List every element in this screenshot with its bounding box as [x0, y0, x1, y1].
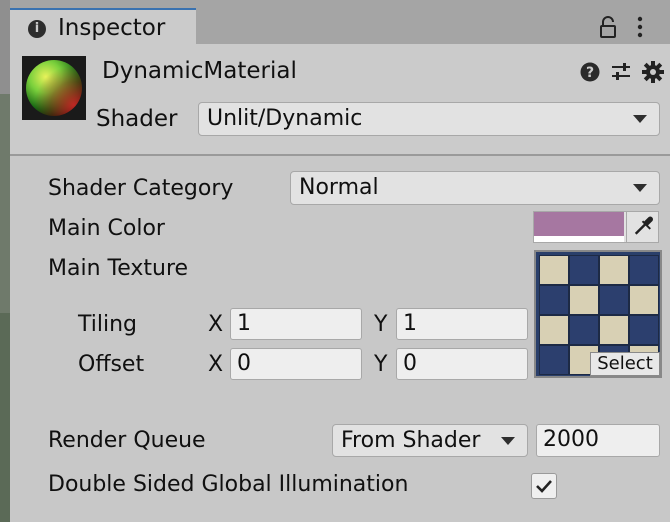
shader-category-label: Shader Category — [48, 176, 234, 201]
shader-label: Shader — [96, 106, 178, 132]
gear-icon[interactable] — [642, 61, 664, 83]
eyedropper-icon[interactable] — [626, 212, 658, 242]
render-queue-mode-dropdown[interactable]: From Shader — [332, 424, 528, 457]
tiling-y-field[interactable]: 1 — [396, 308, 528, 340]
material-name: DynamicMaterial — [102, 58, 297, 84]
more-options-icon[interactable] — [634, 16, 646, 38]
tiling-x-label: X — [208, 312, 224, 337]
chevron-down-icon — [633, 184, 647, 192]
material-header: DynamicMaterial ? Shader — [10, 44, 670, 156]
scene-view-edge — [0, 0, 10, 522]
tiling-x-field[interactable]: 1 — [230, 308, 362, 340]
inspector-window: i Inspector DynamicMaterial ? Shader Unl… — [10, 0, 670, 522]
tiling-label: Tiling — [78, 312, 138, 337]
shader-dropdown-value: Unlit/Dynamic — [207, 106, 363, 131]
main-color-swatch[interactable] — [534, 212, 624, 236]
tab-bar: i Inspector — [10, 0, 670, 44]
offset-x-label: X — [208, 352, 224, 377]
offset-x-field[interactable]: 0 — [230, 348, 362, 380]
chevron-down-icon — [633, 115, 647, 123]
render-queue-mode-value: From Shader — [341, 428, 481, 453]
material-preview — [22, 56, 86, 120]
main-color-field[interactable] — [533, 211, 659, 243]
render-queue-value-field[interactable]: 2000 — [536, 424, 660, 457]
svg-text:?: ? — [586, 65, 594, 81]
checkmark-icon — [536, 480, 552, 493]
main-color-label: Main Color — [48, 216, 165, 241]
presets-icon[interactable] — [610, 62, 632, 82]
offset-label: Offset — [78, 352, 145, 377]
info-icon: i — [28, 20, 46, 38]
main-texture-label: Main Texture — [48, 256, 189, 281]
texture-select-button[interactable]: Select — [590, 352, 660, 376]
tab-inspector-label: Inspector — [58, 15, 166, 41]
chevron-down-icon — [501, 437, 515, 445]
main-texture-slot[interactable]: Select — [534, 250, 662, 378]
tab-inspector[interactable]: i Inspector — [10, 8, 196, 44]
shader-category-value: Normal — [299, 175, 379, 200]
main-color-alpha-bar — [534, 236, 624, 242]
double-sided-gi-label: Double Sided Global Illumination — [48, 472, 409, 497]
offset-y-field[interactable]: 0 — [396, 348, 528, 380]
double-sided-gi-checkbox[interactable] — [531, 473, 557, 499]
render-queue-label: Render Queue — [48, 428, 206, 453]
help-icon[interactable]: ? — [580, 62, 600, 82]
tiling-y-label: Y — [374, 312, 388, 337]
lock-icon[interactable] — [600, 16, 616, 38]
shader-category-dropdown[interactable]: Normal — [290, 171, 660, 205]
offset-y-label: Y — [374, 352, 388, 377]
shader-dropdown[interactable]: Unlit/Dynamic — [198, 102, 660, 136]
